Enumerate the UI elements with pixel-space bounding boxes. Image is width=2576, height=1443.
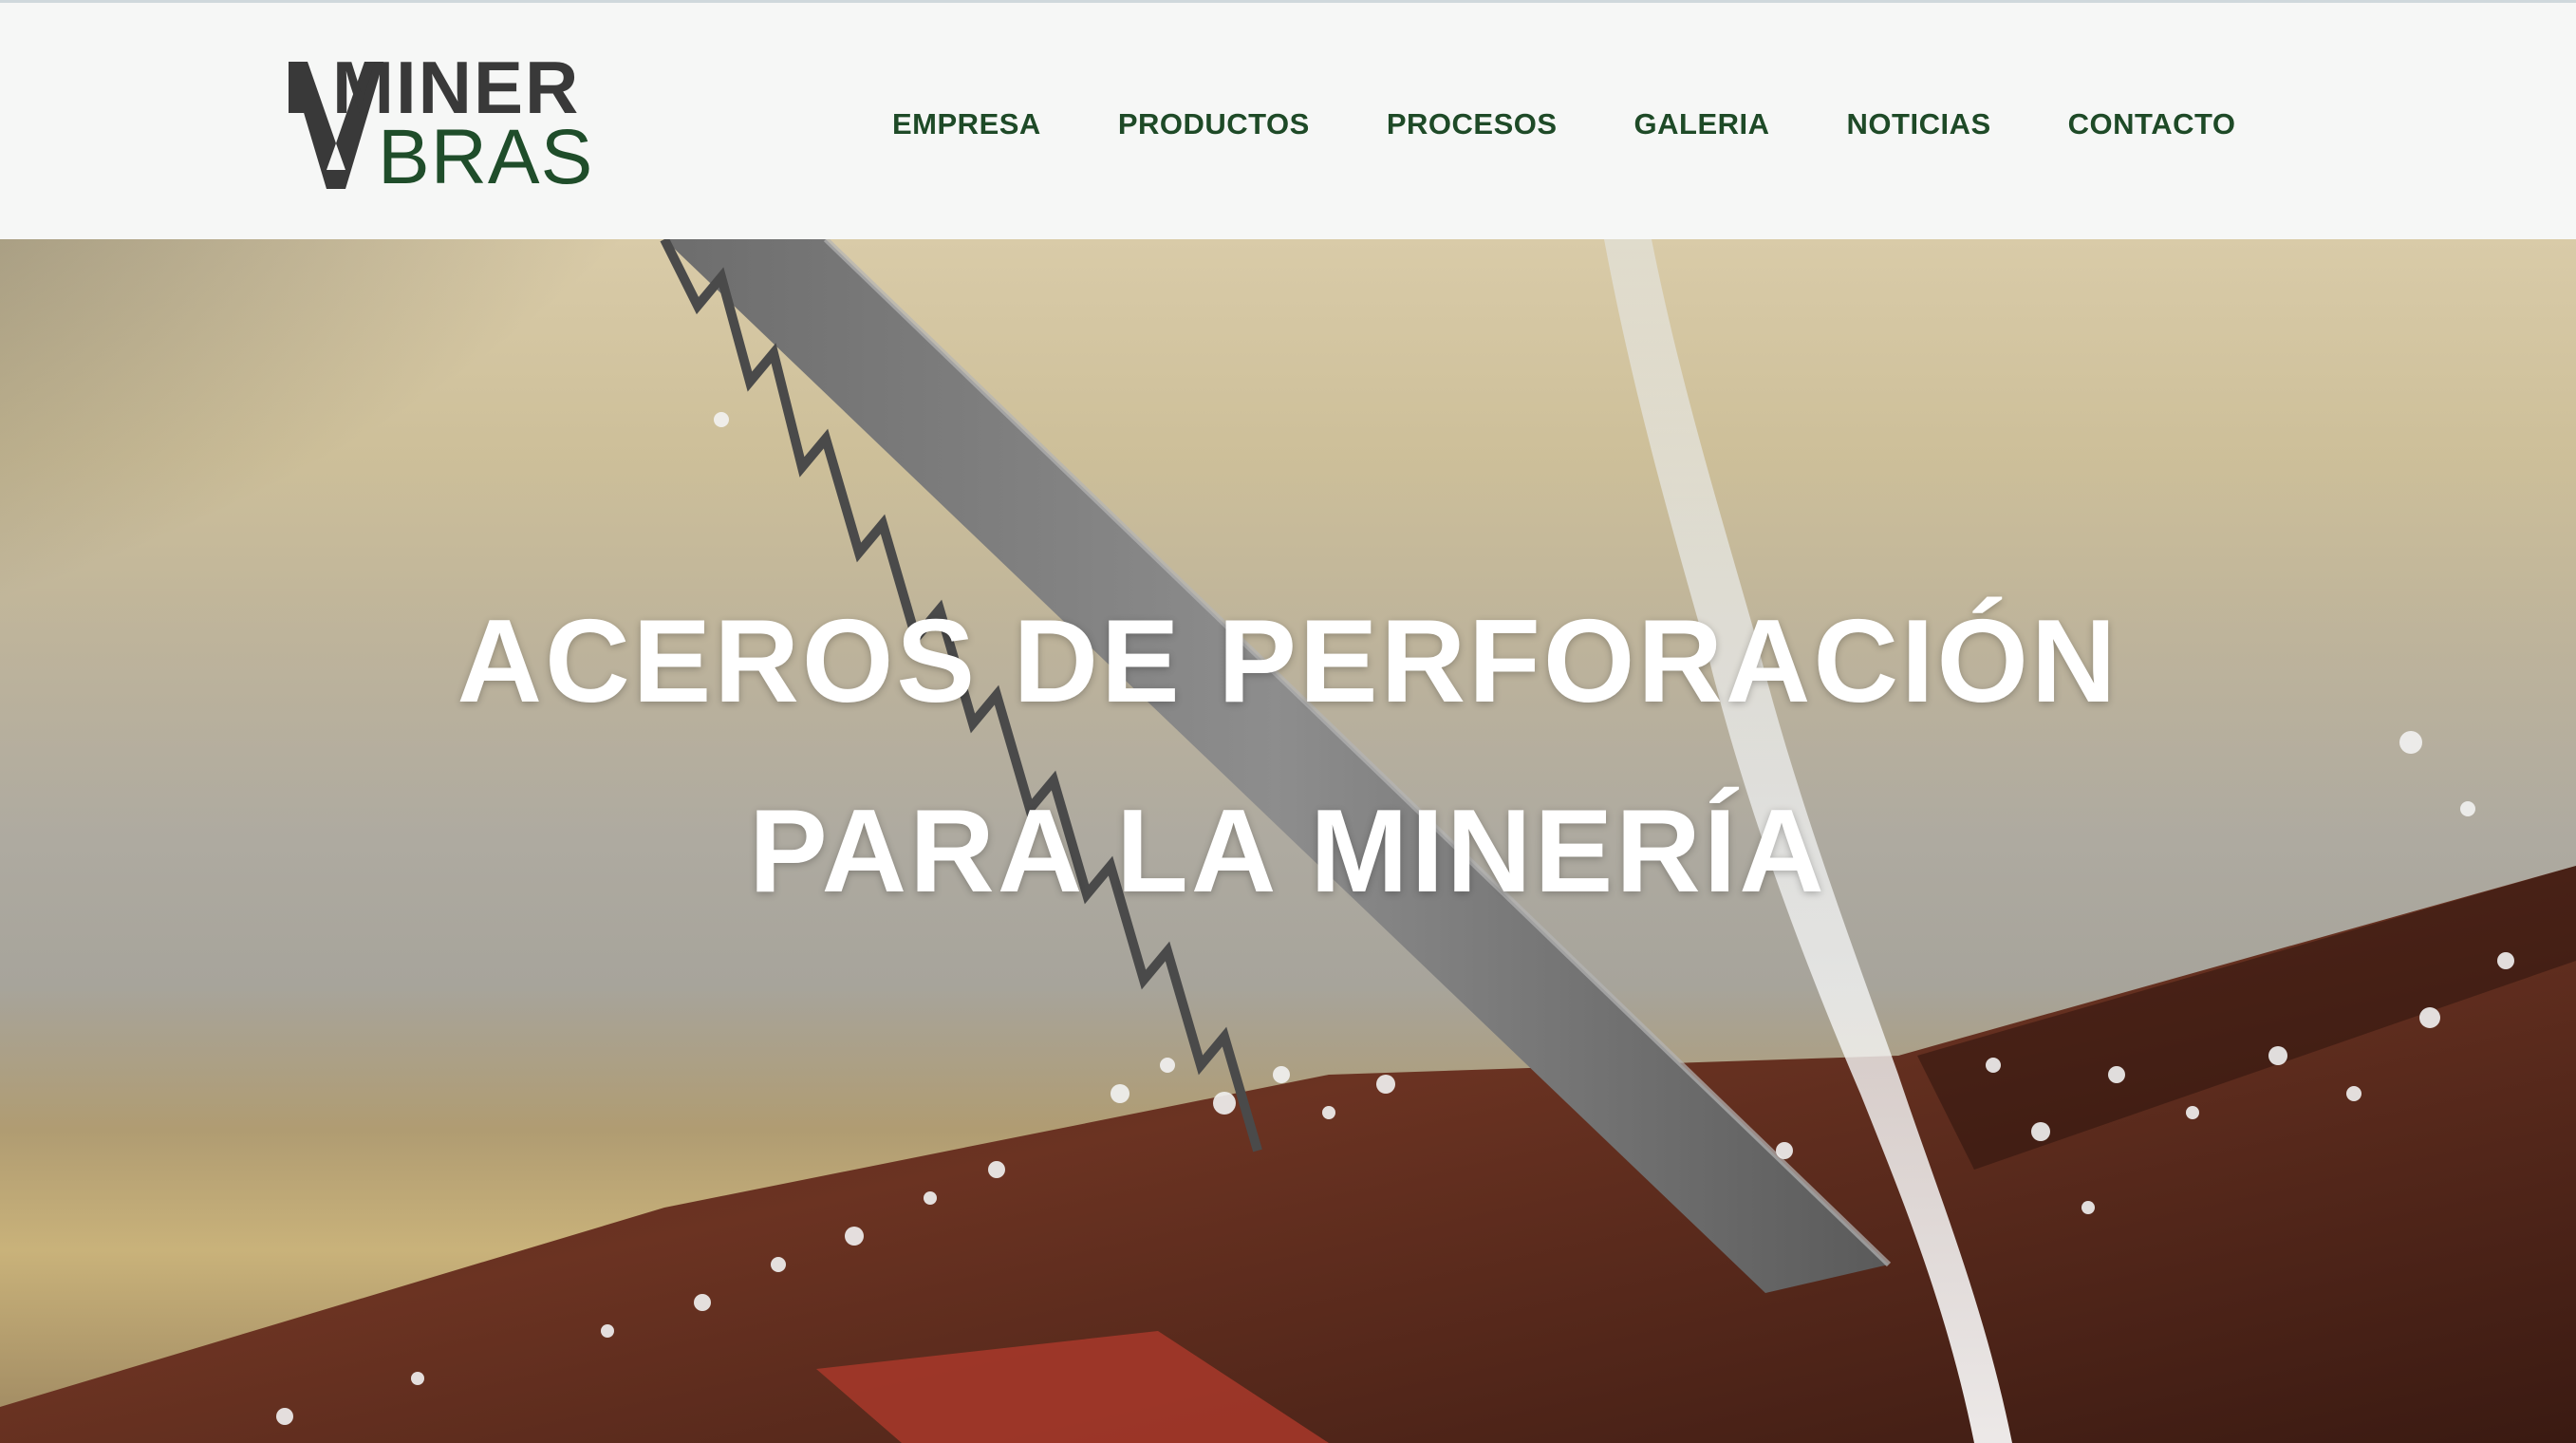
minerbras-logo[interactable]: MINER BRAS bbox=[285, 50, 626, 200]
main-navigation: EMPRESA PRODUCTOS PROCESOS GALERIA NOTIC… bbox=[892, 103, 2235, 145]
hero-title-line-1: ACEROS DE PERFORACIÓN bbox=[457, 596, 2119, 727]
nav-item-galeria[interactable]: GALERIA bbox=[1634, 107, 1770, 141]
site-header: MINER BRAS EMPRESA PRODUCTOS PROCESOS GA… bbox=[0, 0, 2576, 239]
hero-banner: ACEROS DE PERFORACIÓN PARA LA MINERÍA bbox=[0, 239, 2576, 1443]
hero-title-line-2: PARA LA MINERÍA bbox=[749, 786, 1827, 917]
nav-item-empresa[interactable]: EMPRESA bbox=[892, 107, 1041, 141]
nav-item-productos[interactable]: PRODUCTOS bbox=[1118, 107, 1310, 141]
logo-text-bras: BRAS bbox=[378, 114, 594, 200]
nav-item-noticias[interactable]: NOTICIAS bbox=[1847, 107, 1991, 141]
nav-item-procesos[interactable]: PROCESOS bbox=[1387, 107, 1558, 141]
hero-title: ACEROS DE PERFORACIÓN PARA LA MINERÍA bbox=[0, 567, 2576, 946]
nav-item-contacto[interactable]: CONTACTO bbox=[2068, 107, 2236, 141]
